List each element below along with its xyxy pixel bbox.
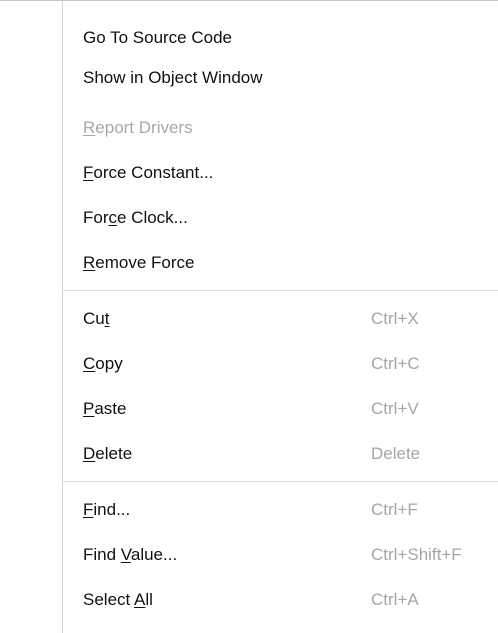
menu-item-delete[interactable]: Delete Delete (63, 432, 498, 476)
menu-separator (63, 481, 498, 482)
menu-item-label: Report Drivers (83, 118, 193, 137)
menu-item-label: Find Value... (83, 545, 178, 564)
menu-item-label: Delete (83, 444, 133, 463)
menu-item-shortcut: Ctrl+V (371, 399, 419, 418)
menu-top-border (0, 0, 498, 1)
menu-item-shortcut: Ctrl+X (371, 309, 419, 328)
menu-item-copy[interactable]: Copy Ctrl+C (63, 342, 498, 386)
menu-item-go-to-source-code[interactable]: Go To Source Code (63, 16, 498, 60)
menu-item-label: Paste (83, 399, 127, 418)
menu-item-shortcut: Ctrl+A (371, 590, 419, 609)
menu-separator (63, 290, 498, 291)
menu-item-label: Show in Object Window (83, 68, 263, 87)
menu-item-label: Copy (83, 354, 123, 373)
menu-item-force-constant[interactable]: Force Constant... (63, 151, 498, 195)
menu-item-show-in-object-window[interactable]: Show in Object Window (63, 56, 498, 100)
menu-item-shortcut: Delete (371, 444, 421, 463)
menu-item-report-drivers[interactable]: Report Drivers (63, 106, 498, 150)
menu-item-label: Select All (83, 590, 153, 609)
menu-item-label: Cut (83, 309, 110, 328)
menu-item-label: Force Constant... (83, 163, 214, 182)
menu-item-shortcut: Ctrl+Shift+F (371, 545, 462, 564)
menu-item-find[interactable]: Find... Ctrl+F (63, 488, 498, 532)
menu-item-label: Go To Source Code (83, 28, 232, 47)
menu-item-label: Force Clock... (83, 208, 188, 227)
menu-item-remove-force[interactable]: Remove Force (63, 241, 498, 285)
menu-item-paste[interactable]: Paste Ctrl+V (63, 387, 498, 431)
menu-item-shortcut: Ctrl+F (371, 500, 418, 519)
context-menu: Go To Source Code Show in Object Window … (0, 0, 498, 633)
menu-item-label: Find... (83, 500, 131, 519)
menu-item-find-value[interactable]: Find Value... Ctrl+Shift+F (63, 533, 498, 577)
menu-item-select-all[interactable]: Select All Ctrl+A (63, 578, 498, 622)
menu-item-shortcut: Ctrl+C (371, 354, 420, 373)
menu-item-cut[interactable]: Cut Ctrl+X (63, 297, 498, 341)
menu-item-force-clock[interactable]: Force Clock... (63, 196, 498, 240)
menu-item-label: Remove Force (83, 253, 195, 272)
